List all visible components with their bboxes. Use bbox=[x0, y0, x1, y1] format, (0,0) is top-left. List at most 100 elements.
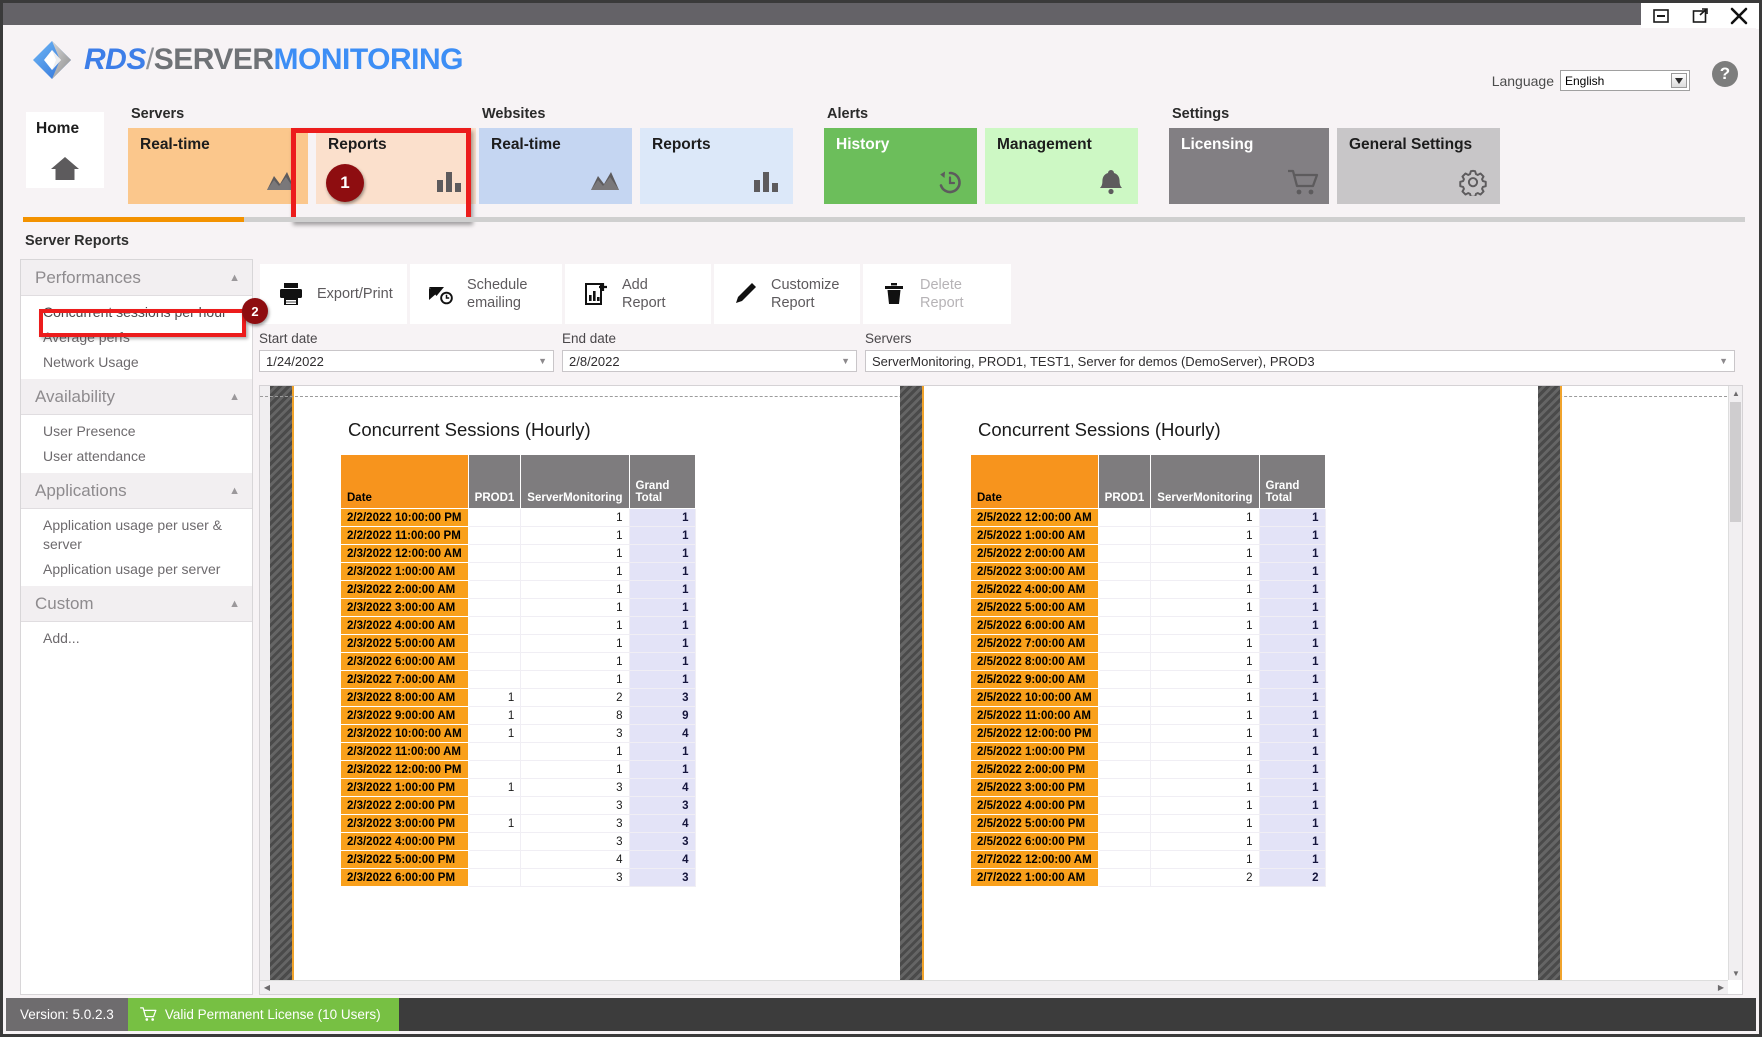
cell-date: 2/3/2022 10:00:00 AM bbox=[340, 724, 469, 743]
help-icon[interactable]: ? bbox=[1712, 61, 1738, 87]
main-navigation: Home Servers Real-time Reports Websites … bbox=[6, 106, 1756, 226]
cell-servermonitoring: 2 bbox=[1150, 868, 1260, 887]
table-row: 2/3/2022 3:00:00 PM 1 3 4 bbox=[340, 814, 696, 833]
cell-prod1 bbox=[1097, 724, 1152, 743]
sidebar-section-applications[interactable]: Applications ▲ bbox=[21, 473, 252, 509]
table-row: 2/3/2022 10:00:00 AM 1 3 4 bbox=[340, 724, 696, 743]
cell-servermonitoring: 3 bbox=[520, 814, 630, 833]
sidebar-section-performances[interactable]: Performances ▲ bbox=[21, 260, 252, 296]
page-edge-marker bbox=[1560, 386, 1562, 994]
table-row: 2/5/2022 3:00:00 PM 1 1 bbox=[970, 778, 1326, 797]
cell-date: 2/3/2022 12:00:00 PM bbox=[340, 760, 469, 779]
cell-grand-total: 1 bbox=[628, 508, 696, 527]
export-print-button[interactable]: Export/Print bbox=[260, 264, 407, 324]
tile-alerts-history[interactable]: History bbox=[824, 128, 977, 204]
cell-servermonitoring: 3 bbox=[520, 832, 630, 851]
progress-fill bbox=[23, 217, 244, 222]
sidebar-item-application-usage-per-user-and-server[interactable]: Application usage per user & server bbox=[21, 513, 252, 557]
sidebar-item-application-usage-per-server[interactable]: Application usage per server bbox=[21, 557, 252, 582]
chevron-up-icon: ▲ bbox=[229, 271, 240, 284]
sidebar-item-user-attendance[interactable]: User attendance bbox=[21, 444, 252, 469]
sidebar-item-network-usage[interactable]: Network Usage bbox=[21, 350, 252, 375]
scroll-up-arrow-icon[interactable]: ▲ bbox=[1729, 386, 1742, 400]
tile-settings-general[interactable]: General Settings bbox=[1337, 128, 1500, 204]
tile-websites-realtime[interactable]: Real-time bbox=[479, 128, 632, 204]
sidebar-section-custom[interactable]: Custom ▲ bbox=[21, 586, 252, 622]
license-status-badge[interactable]: Valid Permanent License (10 Users) bbox=[127, 998, 399, 1031]
tile-label: Home bbox=[36, 120, 80, 137]
scrollbar-thumb[interactable] bbox=[1730, 402, 1741, 522]
bar-chart-icon bbox=[751, 168, 781, 196]
close-icon[interactable] bbox=[1724, 4, 1754, 28]
logo-rds: RDS bbox=[84, 43, 146, 76]
cell-date: 2/3/2022 1:00:00 AM bbox=[340, 562, 469, 581]
sidebar-item-add[interactable]: Add... bbox=[21, 626, 252, 651]
cell-grand-total: 1 bbox=[628, 742, 696, 761]
end-date-input[interactable]: 2/8/2022 ▼ bbox=[562, 350, 857, 372]
start-date-input[interactable]: 1/24/2022 ▼ bbox=[259, 350, 554, 372]
tile-alerts-management[interactable]: Management bbox=[985, 128, 1138, 204]
cell-grand-total: 1 bbox=[1258, 598, 1326, 617]
cell-servermonitoring: 1 bbox=[1150, 724, 1260, 743]
table-row: 2/7/2022 12:00:00 AM 1 1 bbox=[970, 850, 1326, 869]
language-label: Language bbox=[1491, 72, 1554, 89]
cell-servermonitoring: 1 bbox=[1150, 526, 1260, 545]
column-header-date: Date bbox=[970, 454, 1099, 509]
cell-prod1 bbox=[1097, 742, 1152, 761]
delete-report-button[interactable]: Delete Report bbox=[863, 264, 1011, 324]
language-dropdown[interactable]: English bbox=[1560, 70, 1690, 91]
cell-date: 2/3/2022 2:00:00 PM bbox=[340, 796, 469, 815]
cell-prod1 bbox=[1097, 832, 1152, 851]
restore-icon[interactable] bbox=[1685, 4, 1715, 28]
end-date-value: 2/8/2022 bbox=[569, 353, 620, 369]
table-row: 2/3/2022 5:00:00 AM 1 1 bbox=[340, 634, 696, 653]
table-row: 2/5/2022 1:00:00 AM 1 1 bbox=[970, 526, 1326, 545]
schedule-emailing-button[interactable]: Schedule emailing bbox=[410, 264, 562, 324]
logo-server: SERVER bbox=[153, 43, 274, 76]
step-badge-2: 2 bbox=[242, 298, 268, 324]
table-header-row: Date PROD1 ServerMonitoring Grand Total bbox=[970, 454, 1326, 509]
sidebar-section-availability[interactable]: Availability ▲ bbox=[21, 379, 252, 415]
servers-input[interactable]: ServerMonitoring, PROD1, TEST1, Server f… bbox=[865, 350, 1735, 372]
table-row: 2/5/2022 3:00:00 AM 1 1 bbox=[970, 562, 1326, 581]
cell-servermonitoring: 1 bbox=[1150, 562, 1260, 581]
cart-icon bbox=[1287, 168, 1319, 196]
viewer-vertical-scrollbar[interactable]: ▲ ▼ bbox=[1728, 386, 1742, 980]
tile-home[interactable]: Home bbox=[26, 112, 104, 188]
table-row: 2/2/2022 10:00:00 PM 1 1 bbox=[340, 508, 696, 527]
window-drag-region[interactable] bbox=[3, 3, 1759, 25]
tile-label: General Settings bbox=[1349, 136, 1473, 153]
scroll-right-arrow-icon[interactable]: ▶ bbox=[1714, 981, 1728, 994]
viewer-horizontal-scrollbar[interactable]: ◀ ▶ bbox=[260, 980, 1728, 994]
status-bar: Version: 5.0.2.3 Valid Permanent License… bbox=[6, 998, 1756, 1031]
logo-separator: / bbox=[145, 43, 154, 76]
column-header-servermonitoring: ServerMonitoring bbox=[1150, 454, 1260, 509]
help-glyph: ? bbox=[1719, 64, 1731, 83]
cell-servermonitoring: 1 bbox=[520, 670, 630, 689]
scroll-left-arrow-icon[interactable]: ◀ bbox=[260, 981, 274, 994]
tile-servers-realtime[interactable]: Real-time bbox=[128, 128, 308, 204]
cell-servermonitoring: 1 bbox=[1150, 760, 1260, 779]
sidebar-item-user-presence[interactable]: User Presence bbox=[21, 419, 252, 444]
sidebar-item-average-perfs[interactable]: Average perfs bbox=[21, 325, 252, 350]
cell-prod1 bbox=[467, 544, 522, 563]
column-header-prod1: PROD1 bbox=[1097, 454, 1152, 509]
cell-grand-total: 4 bbox=[628, 778, 696, 797]
toolbar-button-label: Delete Report bbox=[920, 277, 964, 311]
column-header-prod1: PROD1 bbox=[467, 454, 522, 509]
cell-servermonitoring: 1 bbox=[1150, 688, 1260, 707]
scroll-down-arrow-icon[interactable]: ▼ bbox=[1729, 966, 1742, 980]
cell-servermonitoring: 3 bbox=[520, 796, 630, 815]
toolbar-button-label: Export/Print bbox=[317, 286, 393, 302]
tile-settings-licensing[interactable]: Licensing bbox=[1169, 128, 1329, 204]
cell-date: 2/5/2022 3:00:00 PM bbox=[970, 778, 1099, 797]
title-bar bbox=[3, 3, 1759, 25]
start-date-value: 1/24/2022 bbox=[266, 353, 324, 369]
minimize-icon[interactable] bbox=[1646, 4, 1676, 28]
tile-websites-reports[interactable]: Reports bbox=[640, 128, 793, 204]
sidebar-item-concurrent-sessions-per-hour[interactable]: Concurrent sessions per hour bbox=[21, 300, 252, 325]
report-page-2: Concurrent Sessions (Hourly) Date PROD1 … bbox=[900, 386, 1540, 994]
customize-report-button[interactable]: Customize Report bbox=[714, 264, 860, 324]
cell-servermonitoring: 1 bbox=[520, 562, 630, 581]
add-report-button[interactable]: Add Report bbox=[565, 264, 711, 324]
